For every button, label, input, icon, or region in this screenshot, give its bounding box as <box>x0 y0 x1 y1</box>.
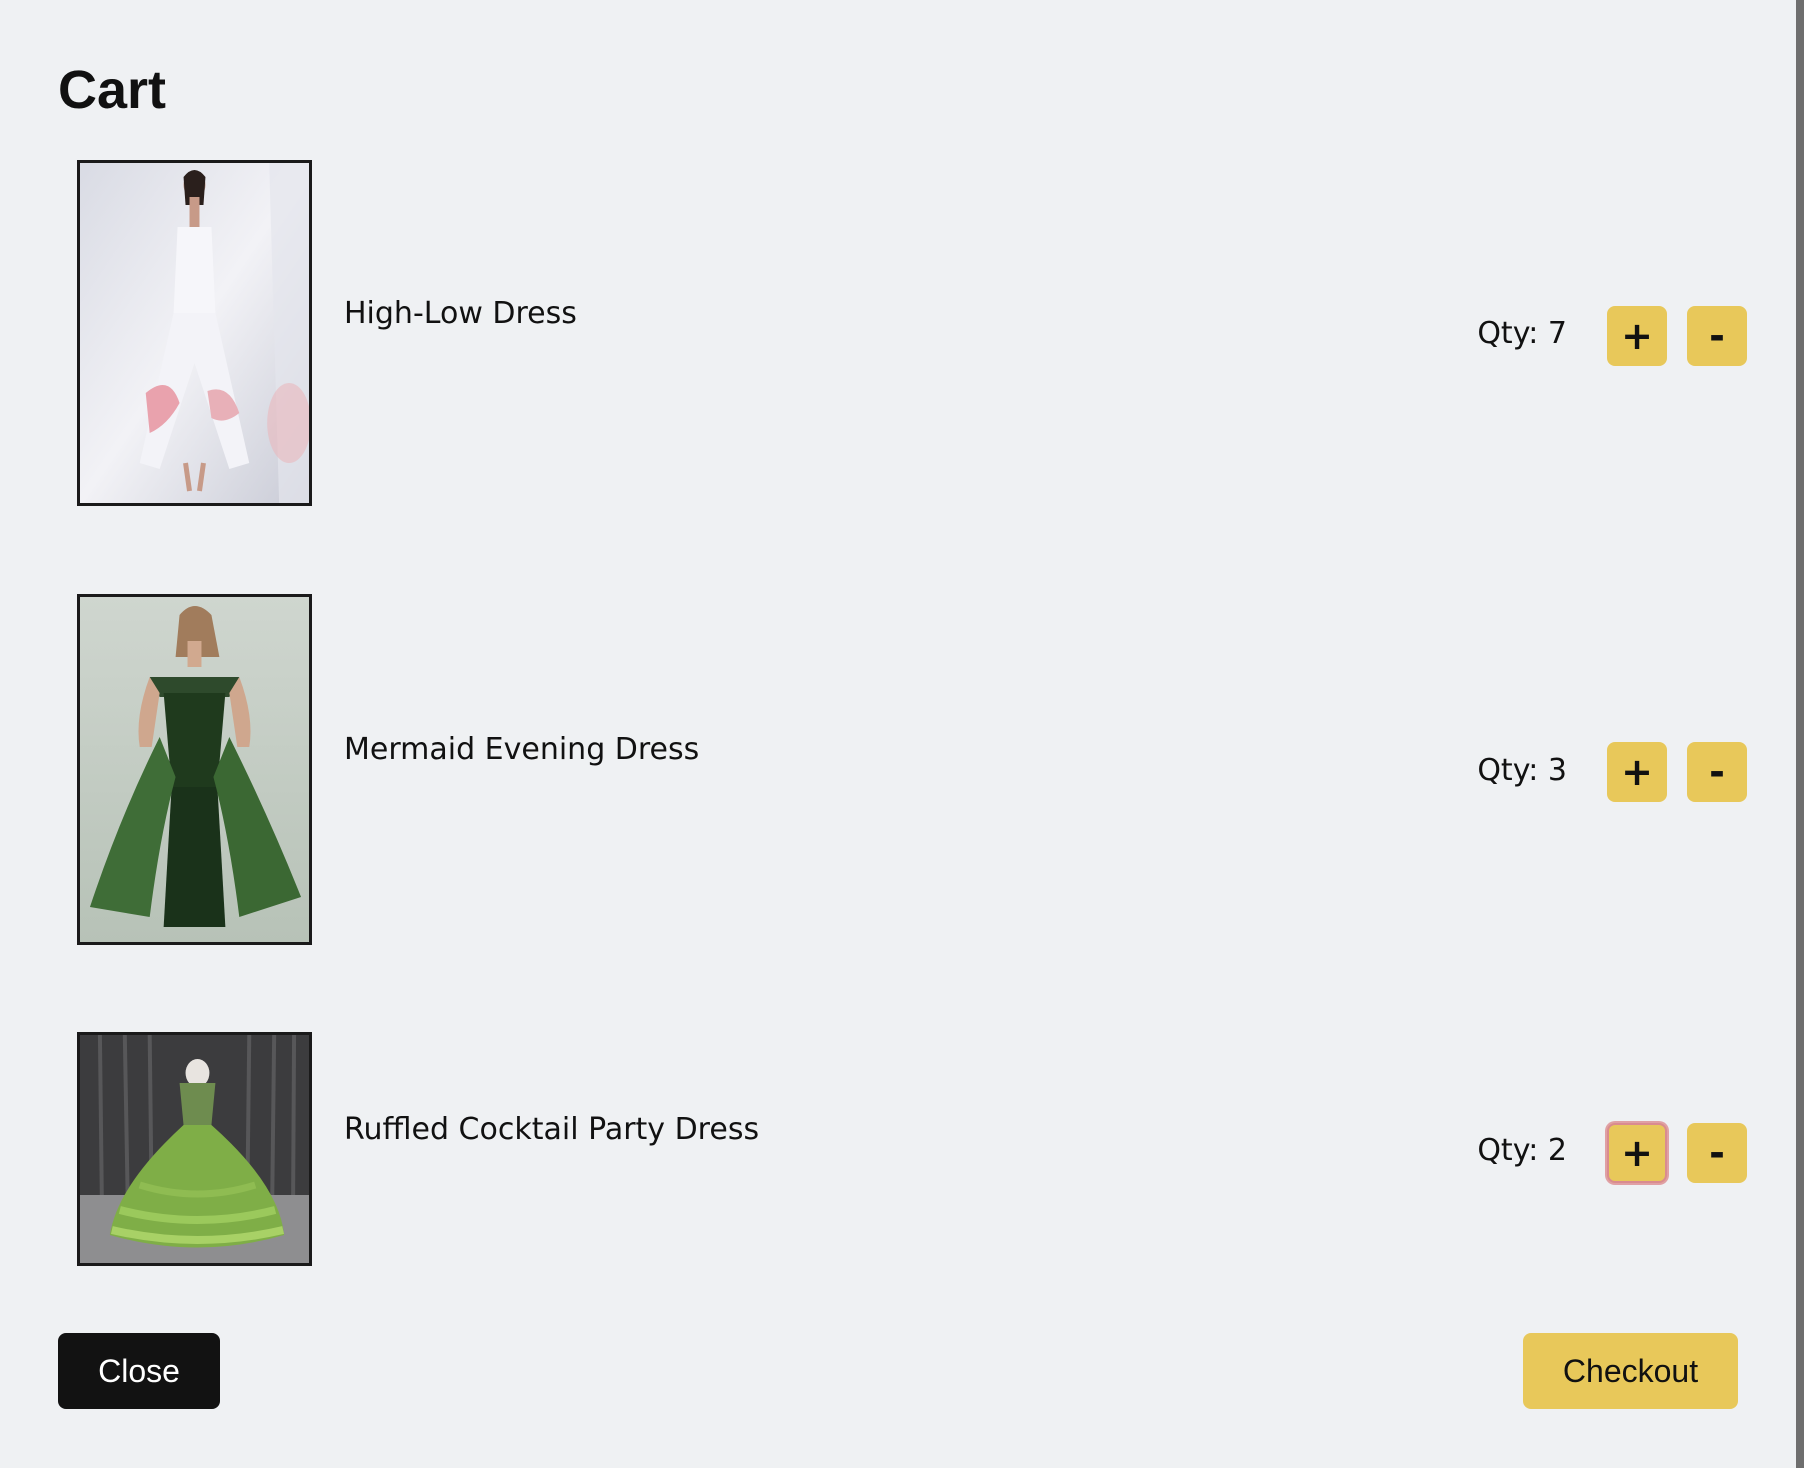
close-button[interactable]: Close <box>58 1333 220 1409</box>
decrease-quantity-button[interactable]: - <box>1687 742 1747 802</box>
product-image-mermaid-evening-dress <box>77 594 312 945</box>
product-image-ruffled-cocktail-party-dress <box>77 1032 312 1266</box>
page-title: Cart <box>58 60 167 120</box>
item-quantity: Qty: 3 <box>1477 753 1567 788</box>
item-name: Mermaid Evening Dress <box>344 732 700 767</box>
decrease-quantity-button[interactable]: - <box>1687 306 1747 366</box>
cart-modal: Cart High-Low Dress Qty: 7 + - Mermaid E… <box>0 0 1796 1468</box>
green-mermaid-dress-photo-icon <box>80 597 309 942</box>
item-quantity: Qty: 7 <box>1477 316 1567 351</box>
decrease-quantity-button[interactable]: - <box>1687 1123 1747 1183</box>
item-name: Ruffled Cocktail Party Dress <box>344 1112 760 1147</box>
product-image-high-low-dress <box>77 160 312 506</box>
item-name: High-Low Dress <box>344 296 577 331</box>
checkout-button[interactable]: Checkout <box>1523 1333 1738 1409</box>
white-dress-photo-icon <box>80 163 309 503</box>
item-quantity: Qty: 2 <box>1477 1133 1567 1168</box>
increase-quantity-button[interactable]: + <box>1607 742 1667 802</box>
green-ball-gown-photo-icon <box>80 1035 309 1263</box>
increase-quantity-button[interactable]: + <box>1607 1123 1667 1183</box>
increase-quantity-button[interactable]: + <box>1607 306 1667 366</box>
